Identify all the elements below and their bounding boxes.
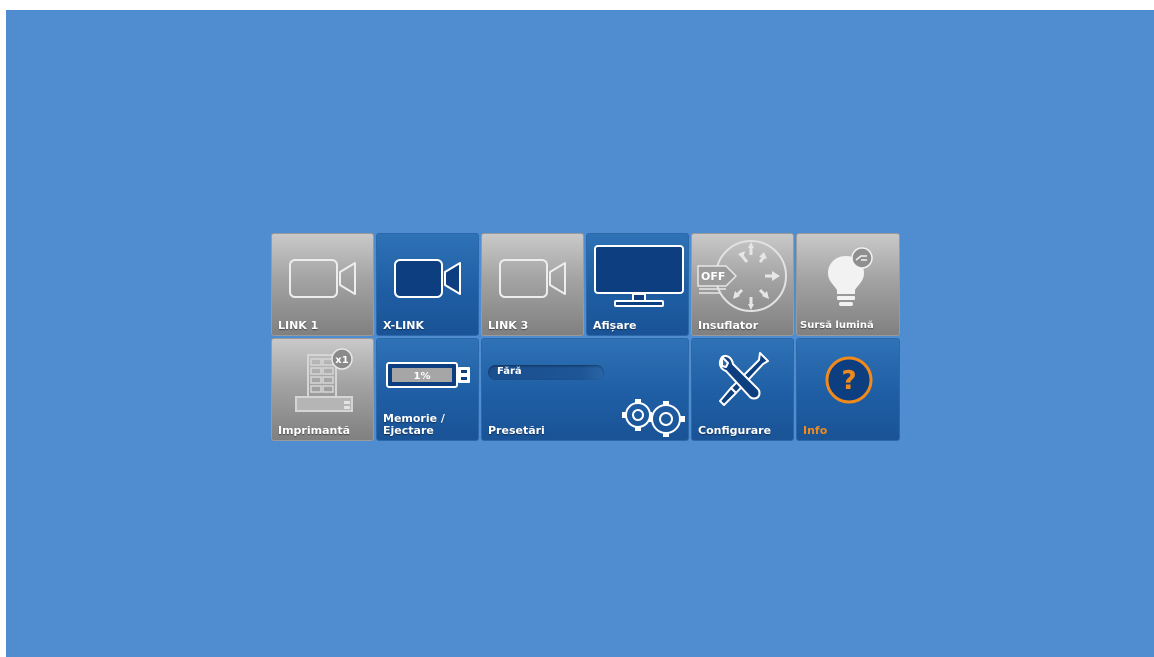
link1-tile[interactable]: LINK 1 <box>271 233 374 336</box>
monitor-icon <box>594 245 684 307</box>
insuflator-label: Insuflator <box>698 319 759 332</box>
menu-grid: LINK 1 X-LINK LINK 3 Afișare OFF Insufla… <box>271 233 901 441</box>
sursa-lumina-label: Sursă lumină <box>800 320 874 331</box>
afisare-tile[interactable]: Afișare <box>586 233 689 336</box>
printer-icon: x1 <box>295 348 353 412</box>
presetari-label: Presetări <box>488 424 545 437</box>
help-icon: ? <box>825 356 873 404</box>
insufflator-status: OFF <box>701 270 725 283</box>
printer-count: x1 <box>335 355 348 366</box>
light-bulb-icon <box>828 247 873 306</box>
camera-icon <box>394 259 461 298</box>
xlink-tile[interactable]: X-LINK <box>376 233 479 336</box>
insuflator-tile[interactable]: OFF Insuflator <box>691 233 794 336</box>
insufflator-icon: OFF <box>697 240 787 312</box>
main-screen: LINK 1 X-LINK LINK 3 Afișare OFF Insufla… <box>6 10 1154 657</box>
imprimanta-label: Imprimantă <box>278 424 351 437</box>
preset-current: Fără <box>497 366 522 377</box>
memory-usage: 1% <box>414 371 431 382</box>
imprimanta-tile[interactable]: x1 Imprimantă <box>271 338 374 441</box>
configurare-tile[interactable]: Configurare <box>691 338 794 441</box>
presetari-tile[interactable]: Fără Presetări <box>481 338 689 441</box>
memorie-ejectare-tile[interactable]: 1% Memorie / Ejectare <box>376 338 479 441</box>
info-label: Info <box>803 424 828 437</box>
usb-drive-icon: 1% <box>386 362 470 388</box>
link3-label: LINK 3 <box>488 319 529 332</box>
preset-selector[interactable]: Fără <box>488 365 604 380</box>
info-tile[interactable]: ? Info <box>796 338 900 441</box>
memorie-label-line2: Ejectare <box>383 424 434 437</box>
camera-icon <box>289 259 356 298</box>
afisare-label: Afișare <box>593 319 637 332</box>
memorie-ejectare-label: Memorie / Ejectare <box>383 413 445 437</box>
xlink-label: X-LINK <box>383 319 424 332</box>
sursa-lumina-tile[interactable]: Sursă lumină <box>796 233 900 336</box>
configurare-label: Configurare <box>698 424 772 437</box>
camera-icon <box>499 259 566 298</box>
tools-icon <box>718 352 769 406</box>
link1-label: LINK 1 <box>278 319 319 332</box>
link3-tile[interactable]: LINK 3 <box>481 233 584 336</box>
help-symbol: ? <box>841 366 856 396</box>
gears-icon <box>622 399 685 437</box>
